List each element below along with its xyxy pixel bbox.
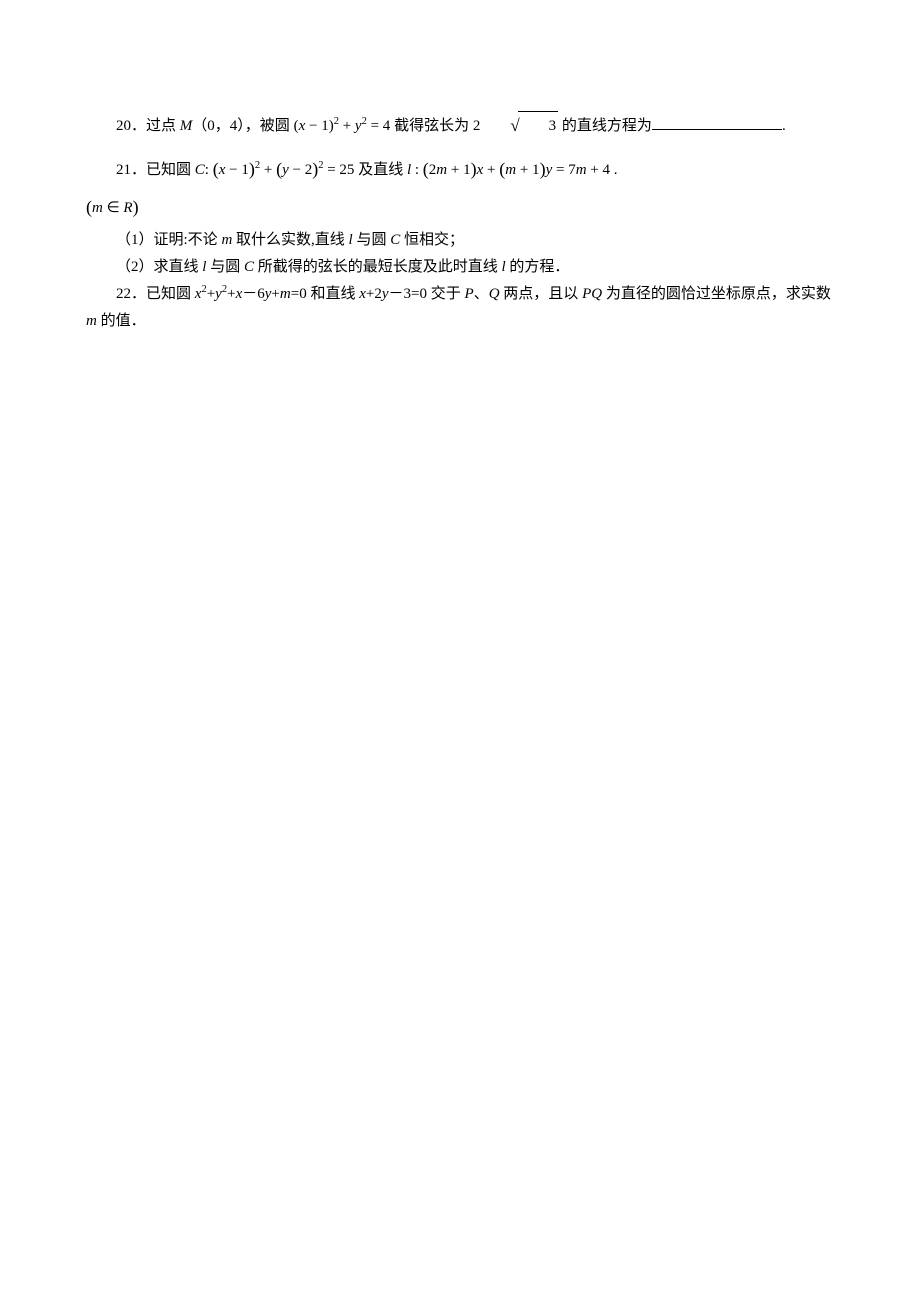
circle-C: C [195, 162, 205, 178]
q20-text-1: 过点 [146, 118, 180, 134]
q20-text-3: 截得弦长为 [390, 118, 473, 134]
q20-chord-length: 2√3 [473, 118, 558, 134]
q21-line-equation: (2m + 1)x + (m + 1)y = 7m + 4 [423, 162, 610, 178]
question-21-sub1: （1）证明:不论 m 取什么实数,直线 l 与圆 C 恒相交； [86, 227, 834, 254]
question-22: 22．已知圆 x2+y2+x－6y+m=0 和直线 x+2y－3=0 交于 P、… [86, 281, 834, 337]
sub1-number: （1） [116, 232, 154, 248]
question-20: 20．过点 M（0，4），被圆 (x − 1)2 + y2 = 4 截得弦长为 … [86, 110, 834, 142]
q21-circle-equation: (x − 1)2 + (y − 2)2 = 25 [213, 162, 355, 178]
question-21-line1: 21．已知圆 C: (x − 1)2 + (y − 2)2 = 25 及直线 l… [86, 152, 834, 186]
answer-blank[interactable] [652, 115, 782, 130]
segment-PQ: PQ [582, 286, 602, 302]
q20-text-4: 的直线方程为 [558, 118, 652, 134]
q22-number: 22． [116, 286, 146, 302]
q20-period: . [782, 118, 786, 134]
q21-number: 21． [116, 162, 146, 178]
q20-text-2: 被圆 [260, 118, 294, 134]
q22-circle-equation: x2+y2+x－6y+m=0 [195, 286, 311, 302]
q20-circle-equation: (x − 1)2 + y2 = 4 [294, 118, 391, 134]
q21-text-2: 及直线 [354, 162, 407, 178]
q20-number: 20． [116, 118, 146, 134]
q20-point-coords: （0，4）， [192, 118, 260, 134]
question-21-sub2: （2）求直线 l 与圆 C 所截得的弦长的最短长度及此时直线 l 的方程． [86, 254, 834, 281]
q22-line-equation: x+2y－3=0 [359, 286, 431, 302]
point-P: P [465, 286, 474, 302]
point-Q: Q [489, 286, 500, 302]
point-M: M [180, 118, 193, 134]
q21-text-1: 已知圆 [146, 162, 195, 178]
question-21-condition: (m ∈ R) [86, 190, 834, 224]
sub2-number: （2） [116, 259, 154, 275]
